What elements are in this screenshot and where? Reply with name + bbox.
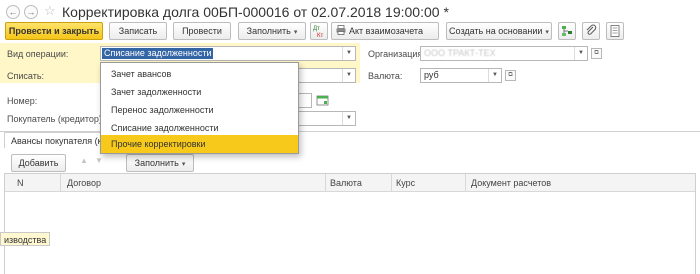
column-header-contract[interactable]: Договор [67,178,101,188]
column-header-n[interactable]: N [17,178,24,188]
column-header-rate[interactable]: Курс [396,178,415,188]
forward-button[interactable]: → [24,5,38,19]
open-link-icon[interactable]: ⧉ [505,70,516,81]
chevron-down-icon: ▾ [181,161,186,168]
fill-dropdown-button[interactable]: Заполнить ▾ [238,22,306,40]
attachment-icon[interactable] [582,22,600,40]
column-divider [60,174,61,192]
reconciliation-act-label: Акт взаимозачета [349,26,423,36]
list-glyph [610,25,620,37]
svg-text:Кт: Кт [317,33,323,39]
chevron-down-icon[interactable]: ▼ [342,47,355,60]
operation-type-label: Вид операции: [7,49,69,59]
structure-glyph [562,26,572,36]
post-button[interactable]: Провести [173,22,231,40]
reconciliation-act-button[interactable]: Акт взаимозачета [331,22,439,40]
create-based-on-label: Создать на основании [449,26,543,36]
operation-type-value: Списание задолженности [102,48,214,59]
add-row-button[interactable]: Добавить [11,154,66,172]
dt-kt-icon[interactable]: Дт Кт [310,22,328,40]
list-report-icon[interactable] [606,22,624,40]
table: N Договор Валюта Курс Документ расчетов [4,173,696,274]
dt-kt-glyph: Дт Кт [313,26,323,39]
organization-value: ООО ТРАКТ-ТЕХ [424,48,496,58]
organization-label: Организация: [368,49,425,59]
currency-select[interactable]: руб ▼ [420,68,502,83]
dropdown-item-offset-debt[interactable]: Зачет задолженности [101,83,298,101]
chevron-down-icon[interactable]: ▼ [488,69,501,82]
svg-text:Дт: Дт [313,26,320,32]
number-label: Номер: [7,96,38,106]
calendar-glyph [316,95,329,106]
move-up-icon[interactable]: ▲ [80,156,88,165]
currency-label: Валюта: [368,71,403,81]
tab-advances-label: Авансы покупателя (кр [11,136,107,146]
create-based-on-button[interactable]: Создать на основании ▾ [446,22,552,40]
table-fill-dropdown-button[interactable]: Заполнить ▾ [126,154,194,172]
dropdown-item-transfer-debt[interactable]: Перенос задолженности [101,101,298,119]
column-divider [325,174,326,192]
column-header-currency[interactable]: Валюта [330,178,362,188]
chevron-down-icon[interactable]: ▼ [342,69,355,82]
table-fill-label: Заполнить [134,158,179,168]
move-down-icon[interactable]: ▼ [95,156,103,165]
tab-production-partial[interactable]: изводства [0,232,51,246]
dropdown-item-other-adjustments[interactable]: Прочие корректировки [101,135,298,153]
column-header-settlement-doc[interactable]: Документ расчетов [471,178,551,188]
open-link-icon[interactable]: ⧉ [591,48,602,59]
fill-label: Заполнить [246,26,291,36]
page-title: Корректировка долга 00БП-000016 от 02.07… [62,4,449,20]
post-and-close-button[interactable]: Провести и закрыть [5,22,103,40]
buyer-label: Покупатель (кредитор): [7,114,105,124]
chevron-down-icon[interactable]: ▼ [574,47,587,60]
organization-select[interactable]: ООО ТРАКТ-ТЕХ ▼ [420,46,588,61]
writeoff-label: Списать: [7,71,45,81]
currency-value: руб [424,70,439,80]
column-divider [391,174,392,192]
back-button[interactable]: ← [6,5,20,19]
favorite-star-icon[interactable]: ☆ [44,4,56,18]
paperclip-glyph [586,24,597,35]
chevron-down-icon: ▾ [293,29,298,36]
operation-type-select[interactable]: Списание задолженности ▼ [100,46,356,61]
structure-icon[interactable] [558,22,576,40]
calendar-icon[interactable] [316,93,330,107]
printer-icon [336,25,346,35]
column-divider [465,174,466,192]
dropdown-item-offset-advances[interactable]: Зачет авансов [101,65,298,83]
chevron-down-icon: ▾ [545,29,549,36]
save-button[interactable]: Записать [109,22,167,40]
chevron-down-icon[interactable]: ▼ [342,112,355,125]
operation-type-dropdown: Зачет авансов Зачет задолженности Перено… [100,62,299,154]
